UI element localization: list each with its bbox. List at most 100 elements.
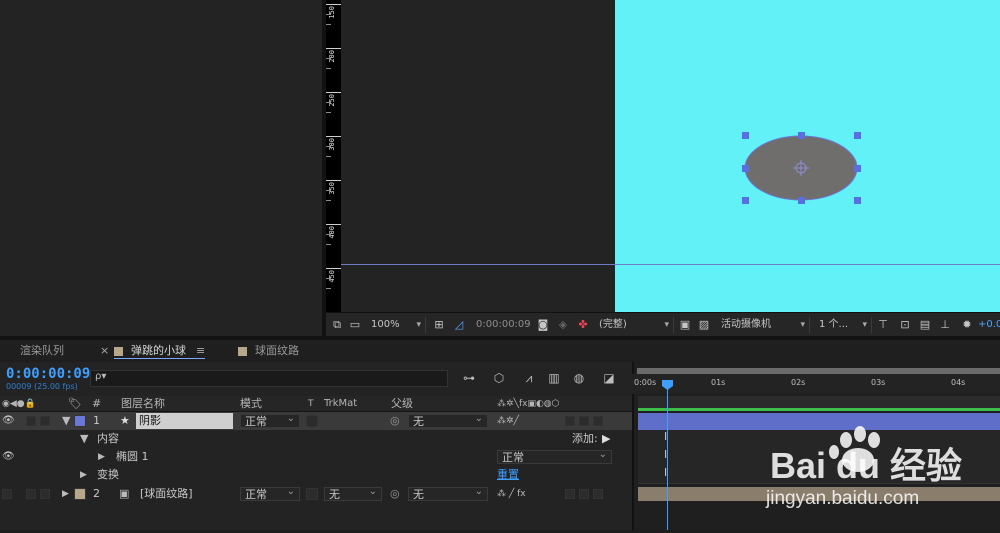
layer-column-header: ◉◀●🔒 🏷 # 图层名称 模式 T TrkMat 父级 ⁂✲╲fx▣◐◍⬡ (0, 396, 632, 412)
fast-preview-icon[interactable]: ⊡ (898, 317, 912, 333)
tab-bouncing-ball[interactable]: 弹跳的小球 ≡ (114, 343, 206, 359)
col-layer-name[interactable]: 图层名称 (121, 396, 165, 412)
ellipse-row[interactable]: 👁 ▶ 椭圆 1 正常 (0, 448, 632, 466)
add-label: 添加: (572, 432, 598, 445)
shy-layers-icon[interactable]: ⩘ (520, 370, 538, 386)
col-mode[interactable]: 模式 (240, 396, 262, 412)
layout-icon[interactable]: ⊤ (876, 317, 890, 333)
viewer-timecode[interactable]: 0:00:00:09 (476, 317, 531, 333)
layer-label-color[interactable] (74, 488, 86, 500)
collapse-arrow-icon[interactable]: ▶ (98, 448, 105, 466)
shadow-ellipse-layer[interactable] (615, 0, 1000, 312)
ellipse-blend-mode-dropdown[interactable]: 正常 (497, 448, 612, 464)
audio-toggle[interactable] (26, 489, 36, 499)
resolution-dropdown[interactable]: (完整) (596, 317, 674, 333)
pickwhip-icon[interactable]: ◎ (390, 485, 400, 503)
parent-dropdown[interactable]: 无 (408, 485, 488, 501)
trkmat-dropdown[interactable]: 无 (324, 485, 382, 501)
show-snapshot-icon[interactable]: ◈ (556, 317, 570, 333)
switch-box[interactable] (579, 416, 589, 426)
preserve-transparency-toggle[interactable] (306, 415, 318, 427)
vertical-ruler[interactable]: 150 200 250 300 350 400 450 (326, 0, 341, 312)
time-tick-label: 04s (951, 378, 966, 387)
av-switches-icon[interactable]: ◉◀●🔒 (2, 396, 36, 412)
preserve-transparency-toggle[interactable] (306, 488, 318, 500)
ruler-label: 150 (328, 6, 336, 19)
transform-label: 变换 (97, 468, 119, 481)
graph-editor-icon[interactable]: ◪ (600, 370, 618, 386)
transparency-grid-icon[interactable]: ▨ (697, 317, 711, 333)
mode-dropdown[interactable]: 正常 (240, 412, 300, 428)
monitor-icon[interactable]: ▭ (348, 317, 362, 333)
layer-2-duration-bar[interactable] (638, 487, 1000, 501)
visibility-eye-icon[interactable]: 👁 (2, 448, 15, 466)
views-dropdown[interactable]: 1 个... (816, 317, 872, 333)
mode-dropdown[interactable]: 正常 (240, 485, 300, 501)
add-menu-icon[interactable]: ▶ (602, 430, 610, 448)
layer-switches[interactable]: ⁂ ╱ fx (497, 485, 526, 503)
layer-name[interactable]: [球面纹路] (140, 485, 193, 503)
parent-dropdown[interactable]: 无 (408, 412, 488, 428)
layer-row[interactable]: 👁 ▼ 1 ★ 阴影 正常 ◎ 无 ⁂✲╱ (0, 412, 632, 430)
switches-icon[interactable]: ⁂✲╲fx▣◐◍⬡ (497, 396, 560, 412)
timeline-icon[interactable]: ▤ (918, 317, 932, 333)
exposure-value[interactable]: +0.0 (978, 317, 1000, 333)
flowchart-icon[interactable]: ⊥ (938, 317, 952, 333)
snapshot-icon[interactable]: ◙ (536, 317, 550, 333)
grid-icon[interactable]: ⊞ (432, 317, 446, 333)
transform-row[interactable]: ▶ 变换 重置 (0, 466, 632, 484)
col-number: # (92, 397, 102, 410)
pickwhip-icon[interactable]: ◎ (390, 412, 400, 430)
label-tag-icon[interactable]: 🏷 (68, 396, 82, 412)
switch-box[interactable] (565, 489, 575, 499)
frame-info: 00009 (25.00 fps) (6, 382, 78, 391)
layer-search-input[interactable]: ρ▾ (90, 370, 448, 387)
tab-sphere-texture[interactable]: 球面纹路 (238, 343, 299, 359)
playhead-line[interactable] (667, 382, 668, 530)
expand-arrow-icon[interactable]: ▼ (62, 412, 70, 430)
lock-toggle[interactable] (40, 416, 50, 426)
mask-visibility-icon[interactable]: ◿ (452, 317, 466, 333)
layer-name-input[interactable]: 阴影 (136, 413, 233, 429)
audio-toggle[interactable] (26, 416, 36, 426)
visibility-eye-icon[interactable]: 👁 (2, 412, 15, 430)
composition-viewer[interactable]: 150 200 250 300 350 400 450 (326, 0, 1000, 312)
reset-link[interactable]: 重置 (497, 466, 519, 484)
tab-render-queue[interactable]: 渲染队列 (20, 343, 64, 359)
expand-arrow-icon[interactable]: ▼ (80, 430, 88, 448)
composition-flowchart-icon[interactable]: ⊶ (460, 370, 478, 386)
video-toggle[interactable] (2, 489, 12, 499)
collapse-arrow-icon[interactable]: ▶ (80, 466, 87, 484)
layer-1-duration-bar[interactable] (638, 413, 1000, 430)
layer-number: 1 (93, 414, 100, 427)
region-icon[interactable]: ▣ (678, 317, 692, 333)
guide-line[interactable] (341, 264, 1000, 265)
time-ruler[interactable] (632, 374, 1000, 394)
layer-switches[interactable]: ⁂✲╱ (497, 412, 519, 430)
layer-label-color[interactable] (74, 415, 86, 427)
contents-row[interactable]: ▼ 内容 添加: ▶ (0, 430, 632, 448)
shape-star-icon: ★ (120, 414, 130, 427)
camera-dropdown[interactable]: 活动摄像机 (718, 317, 810, 333)
switch-box[interactable] (565, 416, 575, 426)
time-tick-label: 03s (871, 378, 886, 387)
motion-blur-icon[interactable]: ◍ (570, 370, 588, 386)
switch-box[interactable] (593, 416, 603, 426)
collapse-arrow-icon[interactable]: ▶ (62, 485, 69, 503)
reset-exposure-icon[interactable]: ✹ (960, 317, 974, 333)
tab-menu-icon[interactable]: ≡ (196, 344, 205, 357)
always-preview-icon[interactable]: ⧉ (330, 317, 344, 333)
col-parent[interactable]: 父级 (391, 396, 413, 412)
tab-close-icon[interactable]: × (100, 343, 109, 359)
composition-canvas[interactable] (615, 0, 1000, 312)
current-timecode[interactable]: 0:00:00:09 (6, 366, 90, 382)
switch-box[interactable] (579, 489, 589, 499)
zoom-dropdown[interactable]: 100% (368, 317, 426, 333)
channel-icon[interactable]: ✤ (576, 317, 590, 333)
lock-toggle[interactable] (40, 489, 50, 499)
switch-box[interactable] (593, 489, 603, 499)
draft-3d-icon[interactable]: ⬡ (490, 370, 508, 386)
layer-row[interactable]: ▶ 2 ▣ [球面纹路] 正常 无 ◎ 无 ⁂ ╱ fx (0, 485, 632, 503)
frame-blending-icon[interactable]: ▥ (545, 370, 563, 386)
timeline-tab-bar: 渲染队列 × 弹跳的小球 ≡ 球面纹路 (0, 340, 1000, 362)
